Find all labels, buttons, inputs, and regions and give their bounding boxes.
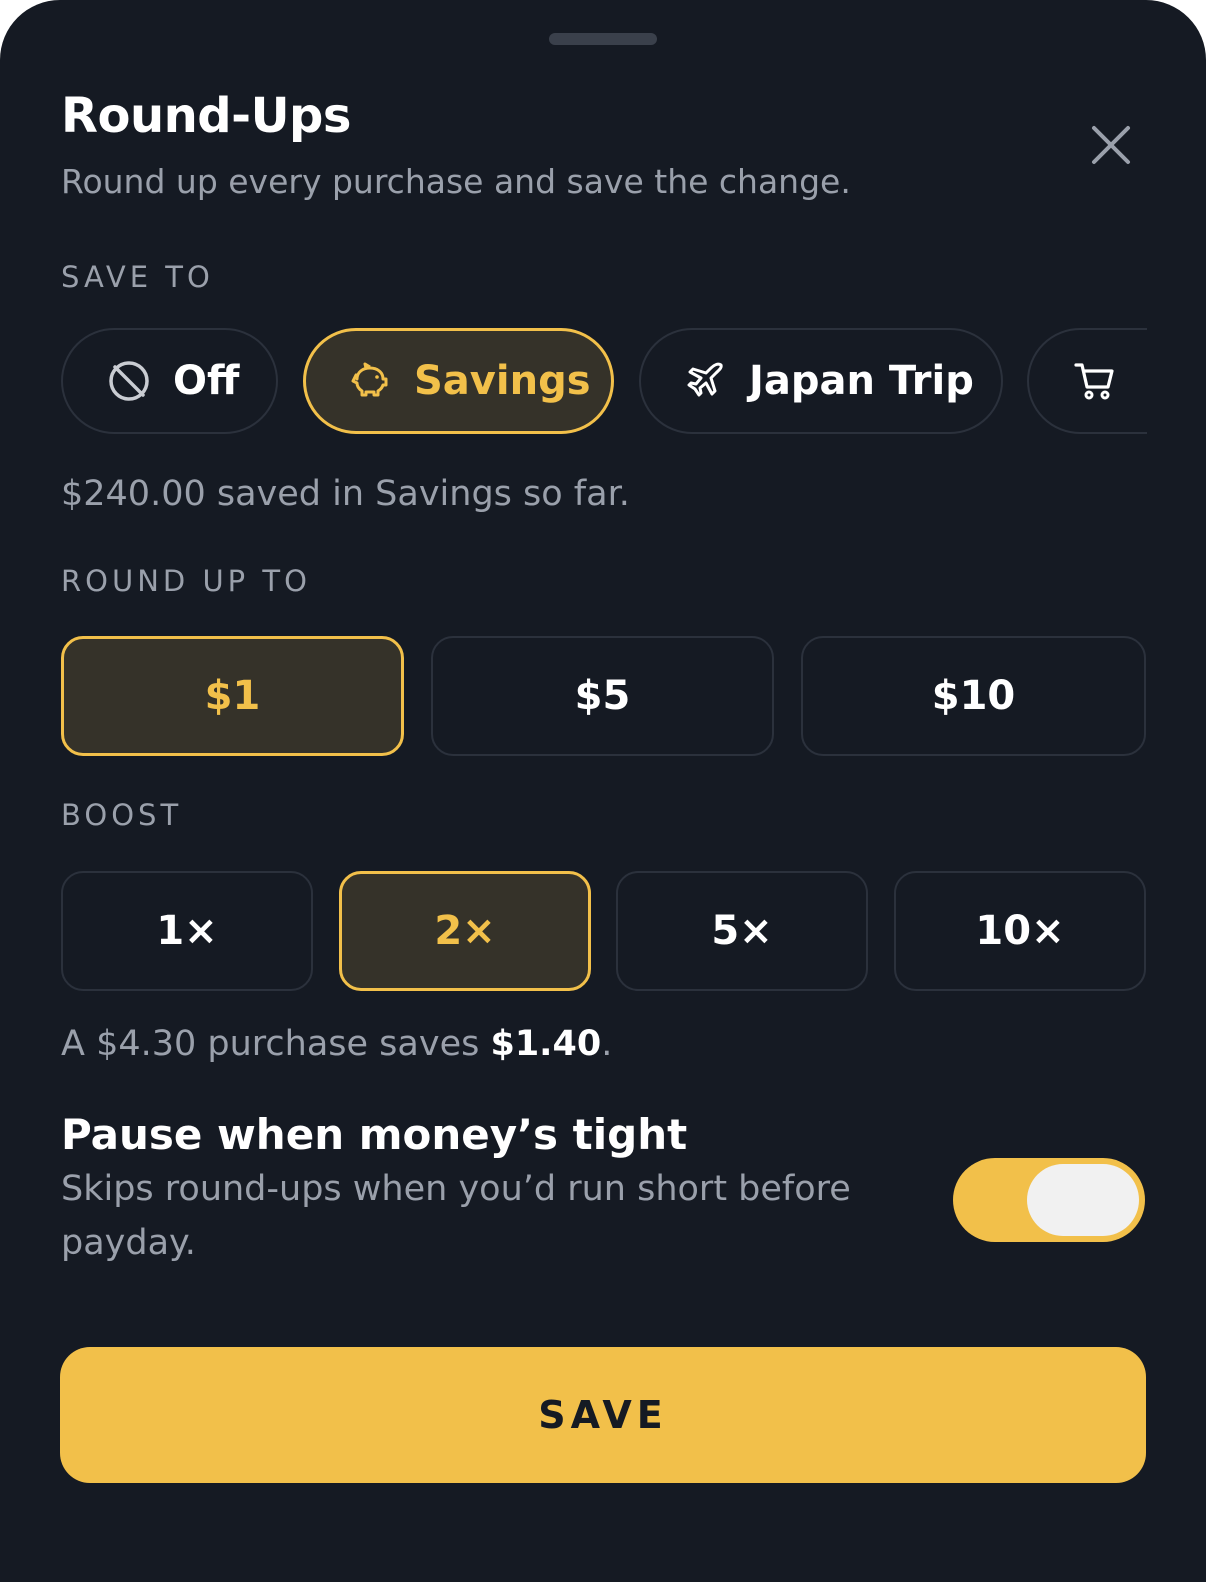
save-to-chip-row[interactable]: Off Savings Japan Trip xyxy=(61,328,1147,440)
chip-savings-label: Savings xyxy=(414,358,591,404)
close-icon xyxy=(1092,126,1130,164)
chip-off[interactable]: Off xyxy=(61,328,278,434)
saved-so-far-text: $240.00 saved in Savings so far. xyxy=(61,474,630,514)
boost-example-text: A $4.30 purchase saves $1.40. xyxy=(61,1024,612,1064)
boost-option-1x[interactable]: 1× xyxy=(61,871,313,991)
pause-toggle-knob xyxy=(1027,1164,1139,1236)
round-up-option-5[interactable]: $5 xyxy=(431,636,774,756)
save-to-label: SAVE TO xyxy=(61,260,214,294)
chip-shopping[interactable] xyxy=(1027,328,1147,434)
sheet-grabber-handle[interactable] xyxy=(549,33,657,45)
sheet-subtitle: Round up every purchase and save the cha… xyxy=(61,162,851,201)
close-button[interactable] xyxy=(1090,124,1134,168)
airplane-icon xyxy=(687,362,723,397)
boost-option-2x[interactable]: 2× xyxy=(339,871,591,991)
boost-label: BOOST xyxy=(61,798,183,832)
pause-title: Pause when money’s tight xyxy=(61,1110,688,1159)
chip-japan-trip-label: Japan Trip xyxy=(749,358,974,404)
chip-savings[interactable]: Savings xyxy=(303,328,614,434)
shopping-cart-icon xyxy=(1074,363,1114,400)
round-up-option-1[interactable]: $1 xyxy=(61,636,404,756)
sheet-title: Round-Ups xyxy=(61,88,351,144)
round-up-option-10[interactable]: $10 xyxy=(801,636,1146,756)
round-up-to-label: ROUND UP TO xyxy=(61,564,311,598)
off-circle-slash-icon xyxy=(109,361,149,401)
boost-option-5x[interactable]: 5× xyxy=(616,871,868,991)
piggy-bank-icon xyxy=(351,362,388,397)
save-button[interactable]: SAVE xyxy=(60,1347,1146,1483)
round-ups-sheet: Round-Ups Round up every purchase and sa… xyxy=(0,0,1206,1582)
chip-off-label: Off xyxy=(173,358,240,404)
boost-example-amount: $1.40 xyxy=(490,1024,602,1064)
boost-option-10x[interactable]: 10× xyxy=(894,871,1146,991)
boost-example-prefix: A $4.30 purchase saves xyxy=(61,1024,491,1064)
boost-example-suffix: . xyxy=(601,1024,613,1064)
pause-description: Skips round-ups when you’d run short bef… xyxy=(61,1169,851,1263)
pause-toggle[interactable] xyxy=(953,1158,1145,1242)
chip-japan-trip[interactable]: Japan Trip xyxy=(639,328,1003,434)
